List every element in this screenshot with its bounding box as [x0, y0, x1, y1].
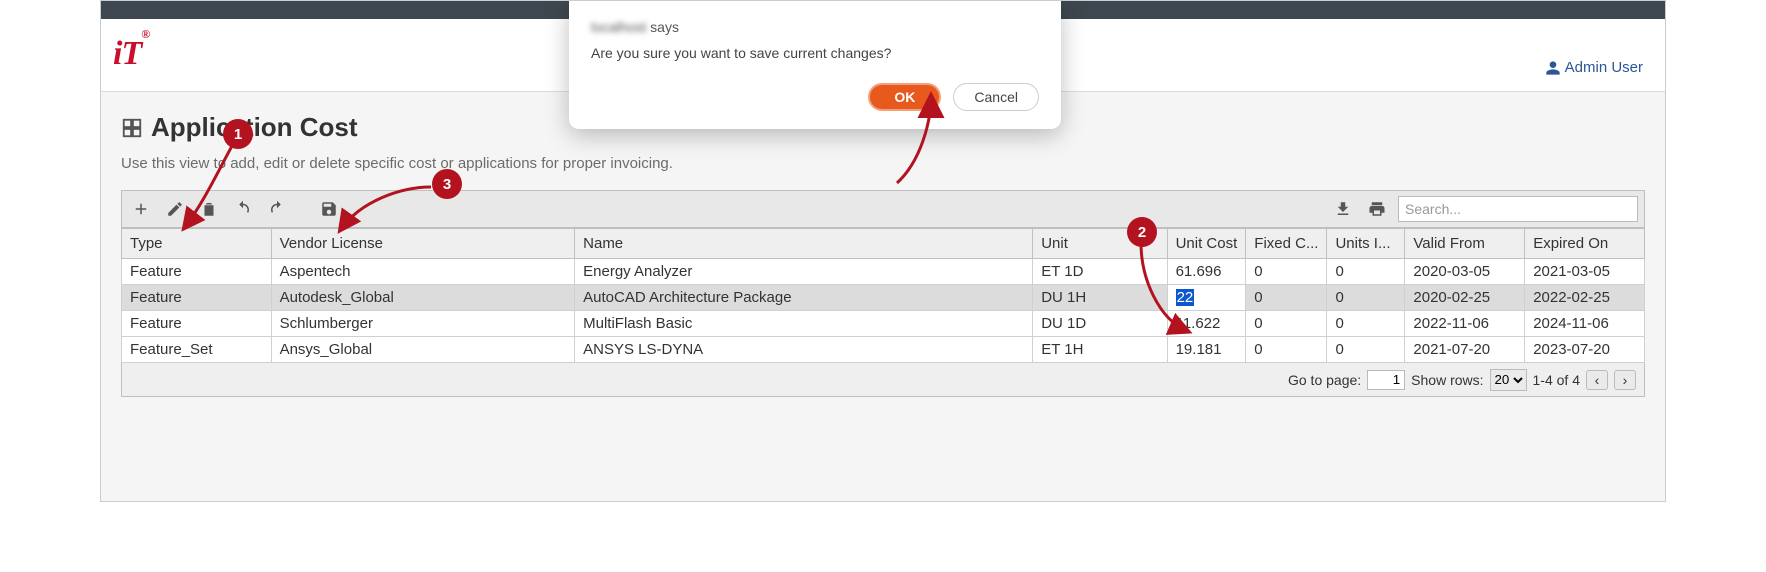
- annotation-2: 2: [1127, 217, 1157, 247]
- table-row[interactable]: FeatureSchlumbergerMultiFlash BasicDU 1D…: [122, 311, 1645, 337]
- cell-name[interactable]: Energy Analyzer: [575, 259, 1033, 285]
- cell-units_i[interactable]: 0: [1327, 337, 1405, 363]
- cost-grid: Type Vendor License Name Unit Unit Cost …: [121, 228, 1645, 363]
- cell-name[interactable]: MultiFlash Basic: [575, 311, 1033, 337]
- next-page-button[interactable]: ›: [1614, 370, 1636, 390]
- annotation-arrow-ok: [891, 91, 971, 191]
- table-row[interactable]: FeatureAutodesk_GlobalAutoCAD Architectu…: [122, 285, 1645, 311]
- cell-fixed_cost[interactable]: 0: [1246, 337, 1327, 363]
- user-icon: [1545, 60, 1561, 76]
- col-expired-on[interactable]: Expired On: [1525, 229, 1645, 259]
- col-units-i[interactable]: Units I...: [1327, 229, 1405, 259]
- cell-fixed_cost[interactable]: 0: [1246, 285, 1327, 311]
- showrows-label: Show rows:: [1411, 372, 1483, 388]
- cell-valid_from[interactable]: 2020-02-25: [1405, 285, 1525, 311]
- cell-units_i[interactable]: 0: [1327, 285, 1405, 311]
- cell-name[interactable]: ANSYS LS-DYNA: [575, 337, 1033, 363]
- redo-button[interactable]: [264, 196, 290, 222]
- confirm-dialog: localhost says Are you sure you want to …: [569, 1, 1061, 129]
- annotation-3: 3: [432, 169, 462, 199]
- user-label: Admin User: [1565, 59, 1643, 76]
- content-area: Application Cost Use this view to add, e…: [101, 91, 1665, 501]
- grid-icon: [121, 117, 143, 139]
- annotation-arrow-3: [331, 181, 441, 241]
- grid-footer: Go to page: Show rows: 20 1-4 of 4 ‹ ›: [121, 363, 1645, 397]
- app-logo: iT®: [113, 35, 149, 72]
- dialog-message: Are you sure you want to save current ch…: [591, 45, 1039, 61]
- page-description: Use this view to add, edit or delete spe…: [121, 155, 1645, 172]
- cell-expired_on[interactable]: 2021-03-05: [1525, 259, 1645, 285]
- cell-fixed_cost[interactable]: 0: [1246, 259, 1327, 285]
- cell-valid_from[interactable]: 2022-11-06: [1405, 311, 1525, 337]
- goto-label: Go to page:: [1288, 372, 1361, 388]
- cell-valid_from[interactable]: 2020-03-05: [1405, 259, 1525, 285]
- col-valid-from[interactable]: Valid From: [1405, 229, 1525, 259]
- cell-vendor[interactable]: Schlumberger: [271, 311, 575, 337]
- search-input[interactable]: [1398, 196, 1638, 222]
- cell-type[interactable]: Feature: [122, 259, 272, 285]
- col-fixed-cost[interactable]: Fixed C...: [1246, 229, 1327, 259]
- cell-vendor[interactable]: Aspentech: [271, 259, 575, 285]
- cell-expired_on[interactable]: 2022-02-25: [1525, 285, 1645, 311]
- annotation-1: 1: [223, 119, 253, 149]
- cell-units_i[interactable]: 0: [1327, 259, 1405, 285]
- col-name[interactable]: Name: [575, 229, 1033, 259]
- cell-vendor[interactable]: Ansys_Global: [271, 337, 575, 363]
- cell-type[interactable]: Feature: [122, 285, 272, 311]
- cell-type[interactable]: Feature: [122, 311, 272, 337]
- user-menu[interactable]: Admin User: [1545, 59, 1643, 76]
- app-frame: iT® Admin User Application Cost Use this…: [100, 0, 1666, 502]
- prev-page-button[interactable]: ‹: [1586, 370, 1608, 390]
- cell-vendor[interactable]: Autodesk_Global: [271, 285, 575, 311]
- dialog-origin: localhost says: [591, 19, 1039, 35]
- cell-valid_from[interactable]: 2021-07-20: [1405, 337, 1525, 363]
- cell-expired_on[interactable]: 2024-11-06: [1525, 311, 1645, 337]
- print-button[interactable]: [1364, 196, 1390, 222]
- rows-select[interactable]: 20: [1490, 369, 1527, 391]
- cell-type[interactable]: Feature_Set: [122, 337, 272, 363]
- table-row[interactable]: FeatureAspentechEnergy AnalyzerET 1D61.6…: [122, 259, 1645, 285]
- annotation-arrow-2: [1129, 239, 1199, 339]
- range-label: 1-4 of 4: [1533, 372, 1580, 388]
- cell-unit_cost[interactable]: 19.181: [1167, 337, 1246, 363]
- cell-fixed_cost[interactable]: 0: [1246, 311, 1327, 337]
- goto-page-input[interactable]: [1367, 370, 1405, 390]
- add-button[interactable]: [128, 196, 154, 222]
- export-button[interactable]: [1330, 196, 1356, 222]
- cell-unit[interactable]: ET 1H: [1033, 337, 1167, 363]
- cell-expired_on[interactable]: 2023-07-20: [1525, 337, 1645, 363]
- cell-name[interactable]: AutoCAD Architecture Package: [575, 285, 1033, 311]
- cell-units_i[interactable]: 0: [1327, 311, 1405, 337]
- table-row[interactable]: Feature_SetAnsys_GlobalANSYS LS-DYNAET 1…: [122, 337, 1645, 363]
